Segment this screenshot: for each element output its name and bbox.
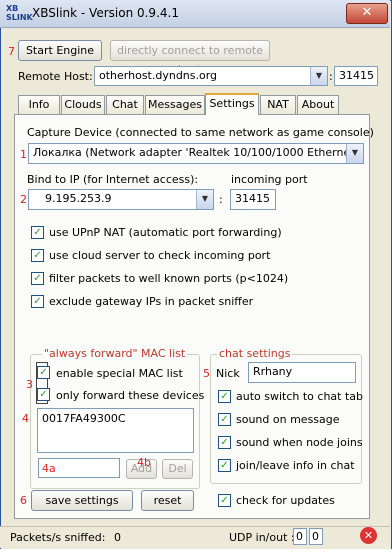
exclude-gateway-label: exclude gateway IPs in packet sniffer	[49, 295, 254, 308]
remote-host-value: otherhost.dyndns.org	[99, 69, 218, 82]
port-colon-separator: :	[219, 193, 223, 206]
remote-port-separator: :	[329, 70, 333, 83]
auto-switch-chat-label: auto switch to chat tab	[236, 390, 364, 403]
upnp-checkbox[interactable]: ✓	[31, 226, 44, 239]
enable-mac-list-label: enable special MAC list	[56, 367, 183, 380]
mac-address-list[interactable]: 0017FA49300C	[37, 408, 194, 453]
chat-settings-group-title: chat settings	[217, 347, 293, 360]
save-settings-button[interactable]: save settings	[31, 490, 133, 511]
capture-device-label: Capture Device (connected to same networ…	[27, 126, 374, 139]
bind-ip-label: Bind to IP (for Internet access):	[27, 173, 199, 186]
bind-ip-value: 9.195.253.9	[45, 192, 112, 205]
only-forward-checkbox[interactable]: ✓	[37, 388, 50, 401]
tab-nat[interactable]: NAT	[260, 95, 296, 114]
remote-port-input[interactable]: 31415	[334, 66, 378, 86]
annotation-3: 3	[26, 378, 33, 391]
nick-label: Nick	[216, 367, 240, 380]
cloud-port-check-label: use cloud server to check incoming port	[49, 249, 271, 262]
nick-value: Rrhany	[253, 365, 293, 378]
annotation-1: 1	[20, 148, 27, 161]
cloud-port-check-checkbox[interactable]: ✓	[31, 249, 44, 262]
tab-settings[interactable]: Settings	[205, 93, 259, 115]
remote-port-value: 31415	[339, 69, 374, 82]
enable-mac-list-checkbox[interactable]: ✓	[37, 366, 50, 379]
udp-out-value: 0	[309, 528, 323, 545]
sound-node-joins-label: sound when node joins	[236, 436, 363, 449]
mac-list-item[interactable]: 0017FA49300C	[42, 411, 193, 427]
only-forward-label: only forward these devices	[56, 389, 205, 402]
title-bar[interactable]: XB SLINK XBSlink - Version 0.9.4.1 ✕	[0, 0, 390, 28]
tab-clouds[interactable]: Clouds	[61, 95, 105, 114]
bottom-strip	[0, 549, 392, 556]
tab-chat[interactable]: Chat	[106, 95, 144, 114]
filter-ports-label: filter packets to well known ports (p<10…	[49, 272, 289, 285]
upnp-label: use UPnP NAT (automatic port forwarding)	[49, 226, 282, 239]
remote-host-dropdown-arrow-icon[interactable]: ▼	[310, 67, 327, 85]
mac-del-button[interactable]: Del	[162, 459, 193, 479]
annotation-5: 5	[203, 367, 210, 380]
window-title: XBSlink - Version 0.9.4.1	[32, 6, 179, 20]
exclude-gateway-checkbox[interactable]: ✓	[31, 295, 44, 308]
remote-host-label: Remote Host:	[18, 70, 93, 83]
close-window-button[interactable]: ✕	[346, 3, 388, 24]
annotation-4a: 4a	[42, 462, 56, 475]
annotation-4b: 4b	[137, 456, 151, 469]
capture-device-value: Локалка (Network adapter 'Realtek 10/100…	[33, 146, 364, 159]
error-icon[interactable]: ✕	[360, 527, 377, 544]
incoming-port-input[interactable]: 31415	[230, 189, 276, 210]
xbslink-app-icon: XB SLINK	[6, 4, 33, 22]
start-engine-button[interactable]: Start Engine	[18, 40, 102, 61]
capture-device-dropdown-arrow-icon[interactable]: ▼	[346, 144, 363, 163]
reset-button[interactable]: reset	[141, 490, 194, 511]
tab-about[interactable]: About	[297, 95, 339, 114]
check-updates-label: check for updates	[236, 494, 335, 507]
bind-ip-select[interactable]: 9.195.253.9	[28, 189, 214, 210]
incoming-port-value: 31415	[235, 192, 270, 205]
capture-device-select[interactable]: Локалка (Network adapter 'Realtek 10/100…	[28, 143, 364, 164]
udp-in-value: 0	[293, 528, 307, 545]
tab-info[interactable]: Info	[18, 95, 60, 114]
join-leave-info-label: join/leave info in chat	[236, 459, 355, 472]
annotation-2: 2	[20, 193, 27, 206]
sound-on-message-checkbox[interactable]: ✓	[218, 413, 231, 426]
packets-sniffed-label: Packets/s sniffed:	[10, 531, 106, 544]
incoming-port-label: incoming port	[231, 173, 308, 186]
annotation-4: 4	[22, 412, 29, 425]
tab-messages[interactable]: Messages	[145, 95, 205, 114]
udp-in-out-label: UDP in/out :	[229, 531, 295, 544]
filter-ports-checkbox[interactable]: ✓	[31, 272, 44, 285]
annotation-7: 7	[8, 45, 15, 58]
nick-input[interactable]: Rrhany	[248, 362, 356, 383]
check-updates-checkbox[interactable]: ✓	[218, 494, 231, 507]
direct-connect-button[interactable]: directly connect to remote host	[110, 40, 270, 76]
sound-node-joins-checkbox[interactable]: ✓	[218, 436, 231, 449]
bind-ip-dropdown-arrow-icon[interactable]: ▼	[196, 190, 213, 209]
sound-on-message-label: sound on message	[236, 413, 340, 426]
auto-switch-chat-checkbox[interactable]: ✓	[218, 390, 231, 403]
annotation-6: 6	[20, 494, 27, 507]
packets-sniffed-value: 0	[114, 531, 121, 544]
join-leave-info-checkbox[interactable]: ✓	[218, 459, 231, 472]
remote-host-input[interactable]: otherhost.dyndns.org	[94, 66, 328, 86]
mac-list-group-title: "always forward" MAC list	[42, 347, 188, 360]
